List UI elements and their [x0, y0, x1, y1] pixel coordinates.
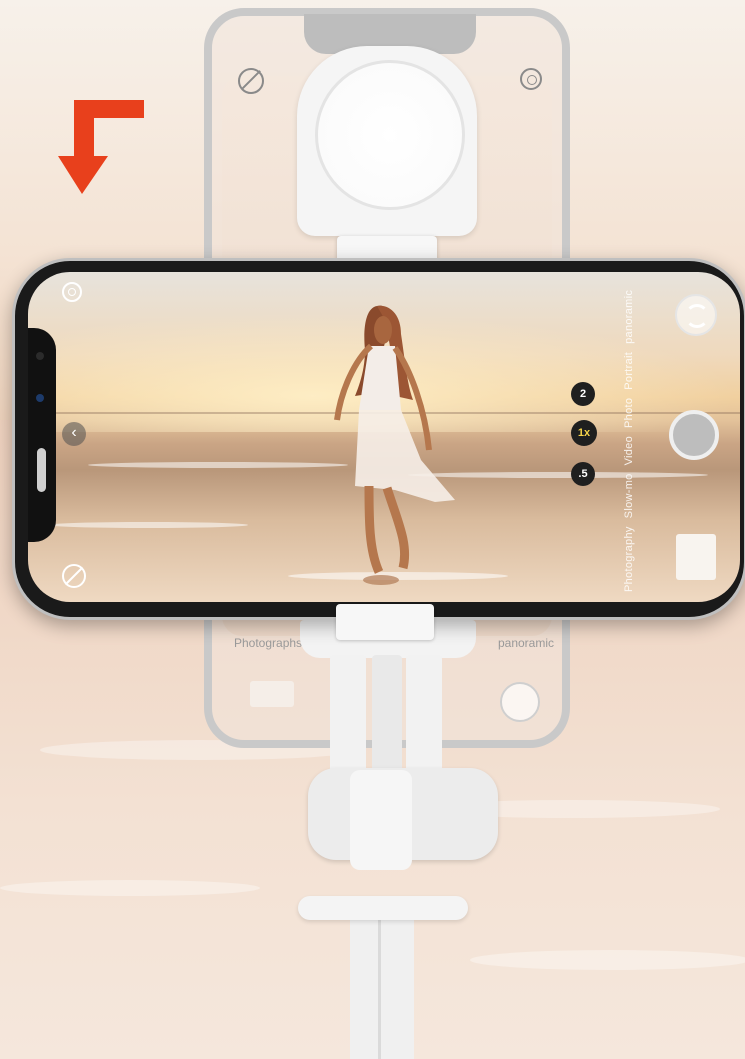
mode-portrait[interactable]: Portrait — [623, 352, 635, 390]
live-photo-icon — [520, 68, 542, 90]
camera-mode-list: Photography Slow-mo Video Photo Portrait… — [623, 282, 653, 592]
speaker — [37, 448, 46, 492]
fill-light-disc — [315, 60, 465, 210]
phone-notch — [28, 328, 56, 542]
mode-photography[interactable]: Photography — [623, 526, 635, 592]
zoom-2x-button[interactable]: 2 — [571, 382, 595, 406]
sea-foam — [88, 462, 348, 468]
ghost-thumbnail — [250, 681, 294, 707]
product-photo: Photographs panoramic ‹ 2 1x .5 Photogra… — [0, 0, 745, 1059]
mode-photo[interactable]: Photo — [623, 398, 635, 428]
flash-off-icon — [238, 68, 264, 94]
bottom-clamp — [336, 604, 434, 640]
ghost-switch-camera-icon — [500, 682, 540, 722]
shutter-button[interactable] — [669, 410, 719, 460]
sea-foam — [48, 522, 248, 528]
tripod-base-plate — [298, 896, 468, 920]
flash-off-icon[interactable] — [62, 564, 86, 588]
zoom-half-button[interactable]: .5 — [571, 462, 595, 486]
woman-figure — [334, 305, 455, 585]
pole-seam — [378, 914, 381, 1059]
live-photo-icon[interactable] — [62, 282, 82, 302]
mode-panoramic[interactable]: panoramic — [623, 290, 635, 344]
knob-hinge — [350, 770, 412, 870]
mode-video[interactable]: Video — [623, 436, 635, 465]
front-camera — [36, 352, 44, 360]
gallery-thumbnail[interactable] — [676, 534, 716, 580]
selfie-stick-pole — [350, 914, 414, 1059]
mode-slowmo[interactable]: Slow-mo — [623, 473, 635, 518]
sensor — [36, 394, 44, 402]
wave — [0, 880, 260, 896]
switch-camera-icon[interactable] — [675, 294, 717, 336]
rotate-arrow-icon — [58, 100, 144, 194]
ghost-mode-label: Photographs — [234, 636, 303, 650]
ghost-mode-label: panoramic — [497, 636, 554, 650]
zoom-1x-button[interactable]: 1x — [571, 420, 597, 446]
wave — [470, 950, 745, 970]
chevron-left-icon[interactable]: ‹ — [62, 422, 86, 446]
